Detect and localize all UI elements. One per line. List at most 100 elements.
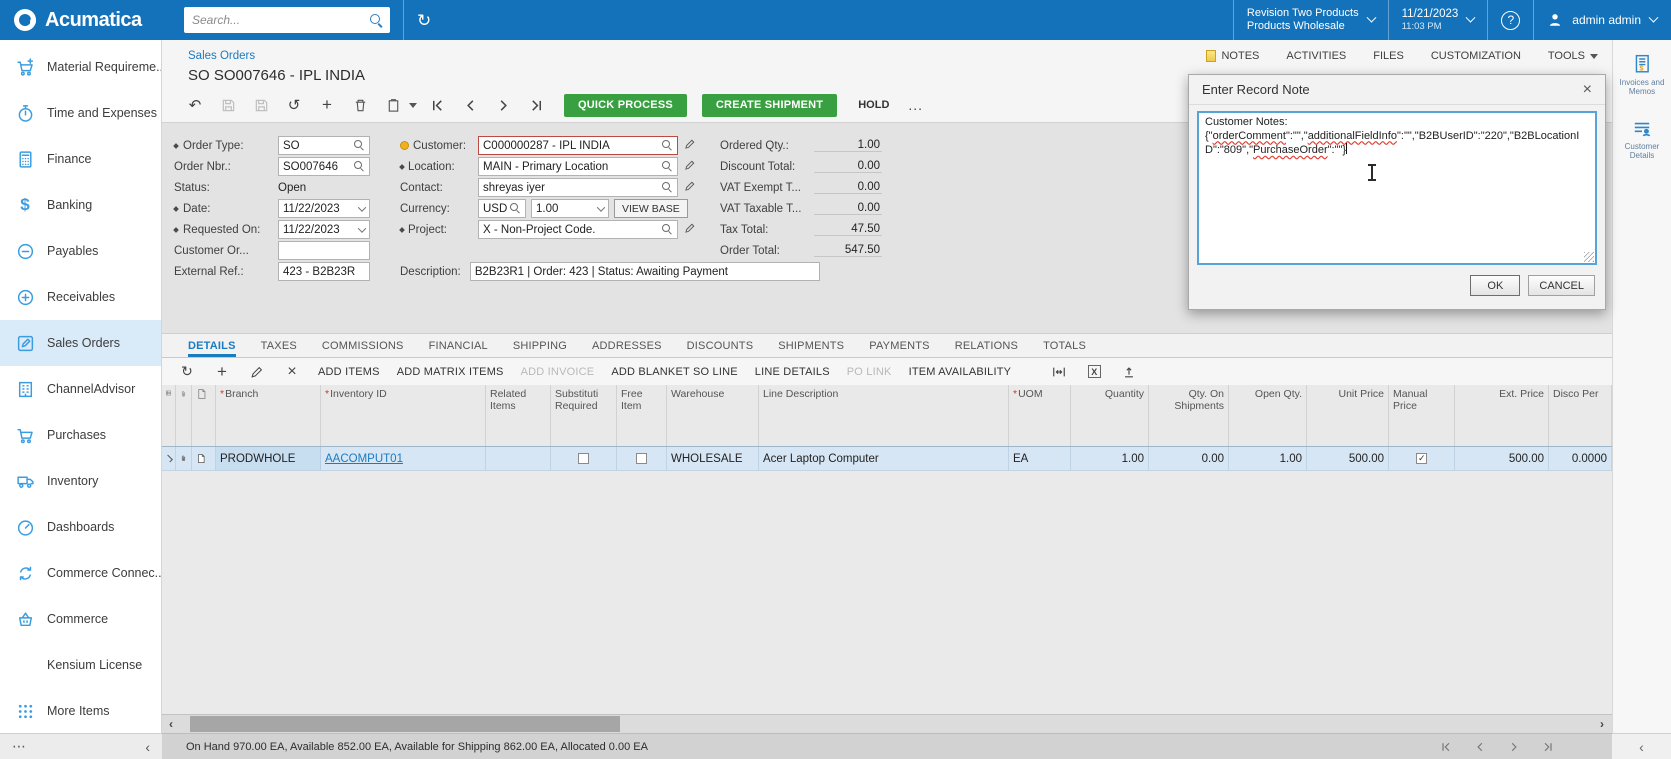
external-ref-field[interactable]: 423 - B2B23R: [278, 262, 370, 281]
tab-relations[interactable]: RELATIONS: [955, 340, 1018, 357]
ok-button[interactable]: OK: [1470, 275, 1521, 296]
last-page-icon[interactable]: [1542, 741, 1554, 753]
lookup-icon[interactable]: [354, 161, 365, 172]
sidebar-more-icon[interactable]: ⋯: [12, 738, 26, 755]
sidebar-item-receivables[interactable]: Receivables: [0, 274, 161, 320]
lookup-icon[interactable]: [662, 182, 673, 193]
breadcrumb[interactable]: Sales Orders: [188, 50, 255, 62]
customer-order-field[interactable]: [278, 241, 370, 260]
cell-unit-price[interactable]: 500.00: [1307, 447, 1389, 470]
tab-totals[interactable]: TOTALS: [1043, 340, 1086, 357]
cell-substitution-required[interactable]: [551, 447, 617, 470]
previous-page-icon[interactable]: [1474, 741, 1486, 753]
tab-addresses[interactable]: ADDRESSES: [592, 340, 662, 357]
column-header-warehouse[interactable]: Warehouse: [667, 385, 759, 446]
column-header-discount-percent[interactable]: Disco Per: [1549, 385, 1612, 446]
column-header-manual-price[interactable]: Manual Price: [1389, 385, 1455, 446]
checkbox-checked[interactable]: [1416, 453, 1427, 464]
acumatica-logo[interactable]: Acumatica: [0, 9, 170, 32]
sidebar-item-banking[interactable]: $ Banking: [0, 182, 161, 228]
column-header-branch[interactable]: Branch: [216, 385, 321, 446]
tab-shipments[interactable]: SHIPMENTS: [778, 340, 844, 357]
cell-branch[interactable]: PRODWHOLE: [216, 447, 321, 470]
sidebar-item-channeladvisor[interactable]: ChannelAdvisor: [0, 366, 161, 412]
go-last-record-button[interactable]: [523, 93, 549, 117]
copy-paste-menu[interactable]: [380, 93, 417, 117]
search-icon[interactable]: [370, 14, 383, 27]
cell-manual-price[interactable]: [1389, 447, 1455, 470]
cell-quantity[interactable]: 1.00: [1071, 447, 1149, 470]
chevron-down-icon[interactable]: [596, 202, 606, 212]
files-link[interactable]: FILES: [1373, 50, 1404, 62]
sidebar-item-more-items[interactable]: More Items: [0, 688, 161, 733]
lookup-icon[interactable]: [662, 224, 673, 235]
cell-free-item[interactable]: [617, 447, 667, 470]
requested-on-field[interactable]: 11/22/2023: [278, 220, 370, 239]
side-panel-invoices-and-memos[interactable]: $ Invoices and Memos: [1616, 54, 1668, 96]
project-field[interactable]: X - Non-Project Code.: [478, 220, 678, 239]
cancel-button[interactable]: CANCEL: [1528, 275, 1595, 296]
edit-contact-icon[interactable]: [684, 180, 696, 195]
chevron-down-icon[interactable]: [357, 223, 367, 233]
tab-taxes[interactable]: TAXES: [261, 340, 297, 357]
table-row[interactable]: PRODWHOLE AACOMPUT01 WHOLESALE Acer Lapt…: [162, 447, 1612, 471]
column-header-free-item[interactable]: Free Item: [617, 385, 667, 446]
cell-qty-on-shipments[interactable]: 0.00: [1149, 447, 1229, 470]
order-nbr-field[interactable]: SO007646: [278, 157, 370, 176]
cell-ext-price[interactable]: 500.00: [1455, 447, 1549, 470]
export-to-excel-icon[interactable]: [1085, 365, 1103, 378]
cell-discount-percent[interactable]: 0.0000: [1549, 447, 1612, 470]
sidebar-item-kensium-license[interactable]: Kensium License: [0, 642, 161, 688]
cell-line-description[interactable]: Acer Laptop Computer: [759, 447, 1009, 470]
notes-link[interactable]: NOTES: [1206, 50, 1259, 62]
scrollbar-thumb[interactable]: [190, 716, 620, 732]
tab-payments[interactable]: PAYMENTS: [869, 340, 929, 357]
edit-location-icon[interactable]: [684, 159, 696, 174]
order-type-field[interactable]: SO: [278, 136, 370, 155]
record-note-textarea[interactable]: Customer Notes: {"orderComment":"","addi…: [1197, 111, 1597, 265]
grid-settings-icon[interactable]: [162, 385, 176, 446]
column-header-unit-price[interactable]: Unit Price: [1307, 385, 1389, 446]
business-date-selector[interactable]: 11/21/2023 11:03 PM: [1402, 8, 1476, 32]
column-header-inventory-id[interactable]: Inventory ID: [321, 385, 486, 446]
go-previous-record-button[interactable]: [457, 93, 483, 117]
horizontal-scrollbar[interactable]: ‹ ›: [162, 714, 1612, 733]
column-header-related-items[interactable]: Related Items: [486, 385, 551, 446]
lookup-icon[interactable]: [354, 140, 365, 151]
user-menu[interactable]: admin admin: [1547, 12, 1659, 28]
sidebar-item-inventory[interactable]: Inventory: [0, 458, 161, 504]
hold-button[interactable]: HOLD: [858, 99, 889, 111]
add-items-button[interactable]: ADD ITEMS: [318, 366, 380, 378]
sidebar-item-purchases[interactable]: Purchases: [0, 412, 161, 458]
row-expander[interactable]: [162, 447, 176, 470]
save-button[interactable]: [248, 93, 274, 117]
activities-link[interactable]: ACTIVITIES: [1286, 50, 1346, 62]
date-field[interactable]: 11/22/2023: [278, 199, 370, 218]
side-panel-customer-details[interactable]: Customer Details: [1616, 118, 1668, 160]
lookup-icon[interactable]: [662, 161, 673, 172]
customer-field[interactable]: C000000287 - IPL INDIA: [478, 136, 678, 155]
next-page-icon[interactable]: [1508, 741, 1520, 753]
sidebar-item-time-and-expenses[interactable]: Time and Expenses: [0, 90, 161, 136]
close-icon[interactable]: ×: [1583, 81, 1592, 98]
save-and-close-button[interactable]: [215, 93, 241, 117]
tab-shipping[interactable]: SHIPPING: [513, 340, 567, 357]
side-panel-collapse-icon[interactable]: ‹: [1639, 739, 1644, 755]
go-next-record-button[interactable]: [490, 93, 516, 117]
item-availability-button[interactable]: ITEM AVAILABILITY: [909, 366, 1012, 378]
customization-link[interactable]: CUSTOMIZATION: [1431, 50, 1521, 62]
checkbox-unchecked[interactable]: [636, 453, 647, 464]
delete-record-button[interactable]: [347, 93, 373, 117]
po-link-button[interactable]: PO LINK: [847, 366, 892, 378]
lookup-icon[interactable]: [662, 140, 673, 151]
sidebar-item-payables[interactable]: Payables: [0, 228, 161, 274]
undo-button[interactable]: [281, 93, 307, 117]
sidebar-item-sales-orders[interactable]: Sales Orders: [0, 320, 161, 366]
tools-menu[interactable]: TOOLS: [1548, 50, 1598, 62]
create-shipment-button[interactable]: CREATE SHIPMENT: [701, 93, 838, 117]
edit-project-icon[interactable]: [684, 222, 696, 237]
scroll-left-icon[interactable]: ‹: [169, 717, 173, 731]
add-invoice-button[interactable]: ADD INVOICE: [521, 366, 595, 378]
column-header-uom[interactable]: UOM: [1009, 385, 1071, 446]
tab-financial[interactable]: FINANCIAL: [429, 340, 488, 357]
